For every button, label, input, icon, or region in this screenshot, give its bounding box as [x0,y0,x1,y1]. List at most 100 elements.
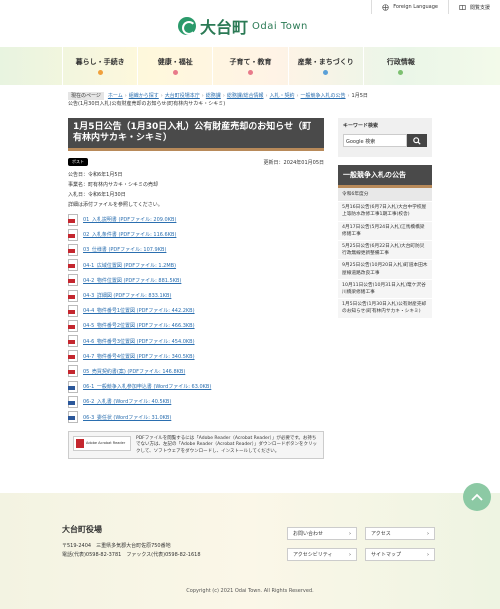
nav-item[interactable]: 産業・まちづくり [287,47,363,85]
footer-link-button[interactable]: サイトマップ › [365,548,435,561]
pdf-file-icon [68,335,78,348]
attachment-label: 04-1_広域位置図 (PDFファイル: 1.2MB) [83,262,177,269]
attachment-link[interactable]: 04-7_物件番号4位置図 (PDFファイル: 340.5KB) [68,349,324,364]
footer-address: 〒519-2404 三重県多気郡大台町佐原750番地 電話(代表)0598-82… [62,542,201,560]
attachment-link[interactable]: 03_仕様書 (PDFファイル: 107.9KB) [68,242,324,257]
town-emblem-icon [178,17,196,35]
reading-support-label: 閲覧支援 [469,4,490,11]
attachment-label: 03_仕様書 (PDFファイル: 107.9KB) [83,247,167,254]
attachment-link[interactable]: 04-2_物件位置図 (PDFファイル: 881.5KB) [68,273,324,288]
attachment-link[interactable]: 04-4_物件番号1位置図 (PDFファイル: 442.2KB) [68,303,324,318]
adobe-reader-download-button[interactable]: Adobe Acrobat Reader [73,435,131,451]
attachment-label: 05_売買契約書(案) (PDFファイル: 146.8KB) [83,368,186,375]
nav-item[interactable]: 暮らし・手続き [62,47,137,85]
foreign-language-link[interactable]: Foreign Language [371,0,448,14]
attachment-link[interactable]: 04-1_広域位置図 (PDFファイル: 1.2MB) [68,258,324,273]
main-content: 1月5日公告（1月30日入札）公有財産売却のお知らせ（町有林内サカキ・シキミ） … [68,118,324,459]
attachment-label: 04-5_物件番号2位置図 (PDFファイル: 466.3KB) [83,323,195,330]
attachment-label: 04-4_物件番号1位置図 (PDFファイル: 442.2KB) [83,308,195,315]
page-title: 1月5日公告（1月30日入札）公有財産売却のお知らせ（町有林内サカキ・シキミ） [68,118,324,151]
footer-links: お問い合わせ › アクセス › アクセシビリティ › サイトマップ › [287,527,435,561]
breadcrumb-separator: › [160,93,163,99]
search-input[interactable]: Google 検索 [343,134,407,147]
breadcrumb: 現在のページ ホーム › 組織から探す › 大台町役場本庁 › 総務課 › 総務課/総合情報 › 入札… [68,92,368,108]
nav-item-marker-icon [248,70,253,75]
globe-icon [382,3,389,11]
attachment-label: 06-2_入札書 (Wordファイル: 40.5KB) [83,399,172,406]
footer-link-label: アクセス [371,531,391,537]
attachment-link[interactable]: 02_入札条件書 (PDFファイル: 116.6KB) [68,227,324,242]
search-button[interactable] [407,134,427,147]
pdf-file-icon [68,243,78,256]
breadcrumb-separator: › [265,93,268,99]
sidebar-list-title: 一般競争入札の公告 [338,165,432,188]
nav-item-label: 産業・まちづくり [297,58,354,66]
nav-item[interactable]: 行政情報 [362,47,438,85]
page-top-button[interactable] [463,483,491,511]
attachment-link[interactable]: 05_売買契約書(案) (PDFファイル: 146.8KB) [68,364,324,379]
breadcrumb-link[interactable]: 大台町役場本庁 [165,93,200,99]
sidebar-list-item[interactable]: 5月25日公告(6月22日入札)大台町防災行政無線更新整備工事 [338,241,432,261]
nav-item[interactable]: 健康・福祉 [137,47,212,85]
footer-address-line: 〒519-2404 三重県多気郡大台町佐原750番地 [62,543,171,549]
search-title: キーワード検索 [343,123,379,129]
breadcrumb-separator: › [124,93,127,99]
breadcrumb-link[interactable]: 一般競争入札の公告 [301,93,346,99]
nav-item-label: 子育て・教育 [229,58,272,66]
keyword-search: キーワード検索 Google 検索 [338,118,432,157]
breadcrumb-separator: › [222,93,225,99]
nav-item-marker-icon [398,70,404,75]
logo-text-en: Odai Town [252,20,308,32]
attachment-link[interactable]: 01_入札説明書 (PDFファイル: 209.0KB) [68,212,324,227]
pdf-file-icon [68,228,78,241]
reading-support-link[interactable]: 閲覧支援 [447,0,500,14]
updated-date: 更新日：2024年01月05日 [263,159,324,166]
sidebar-list-item[interactable]: 10月11日公告(10月31日入札)篭ケ沢谷川橋梁修繕工事 [338,279,432,300]
footer-link-button[interactable]: お問い合わせ › [287,527,357,540]
pdf-file-icon [68,289,78,302]
post-button[interactable]: ポスト [68,158,88,166]
sidebar-list-item[interactable]: 4月17日公告(5月24日入札)江馬橋橋梁修繕工事 [338,221,432,242]
bid-date: 入札日：令和6年1月30日 [68,192,126,198]
foreign-language-label: Foreign Language [393,4,438,10]
adobe-reader-notice: Adobe Acrobat Reader PDFファイルを閲覧するには「Adob… [68,430,324,459]
footer-phone-line: 電話(代表)0598-82-3781 ファックス(代表)0598-82-1618 [62,552,201,558]
footer-office-name: 大台町役場 [62,525,102,534]
attachment-link[interactable]: 04-5_物件番号2位置図 (PDFファイル: 466.3KB) [68,318,324,333]
breadcrumb-separator: › [201,93,204,99]
nav-item-marker-icon [97,70,103,75]
sidebar-list-item[interactable]: 9月25日公告(10月20日入札)町道本田木屋線道路改良工事 [338,260,432,280]
site-logo[interactable]: 大台町 Odai Town [178,14,308,38]
footer-link-button[interactable]: アクセシビリティ › [287,548,357,561]
attachment-label: 04-6_物件番号3位置図 (PDFファイル: 454.0KB) [83,338,195,345]
breadcrumb-link[interactable]: 総務課 [206,93,221,99]
breadcrumb-link[interactable]: ホーム [108,93,123,99]
adobe-reader-badge: Adobe Acrobat Reader [86,441,126,446]
breadcrumb-separator: › [347,93,350,99]
attachment-link[interactable]: 06-2_入札書 (Wordファイル: 40.5KB) [68,394,324,409]
attachment-link[interactable]: 06-1_一般競争入札参加申込書 (Wordファイル: 63.0KB) [68,379,324,394]
nav-item[interactable]: 子育て・教育 [212,47,287,85]
breadcrumb-link[interactable]: 組織から探す [129,93,159,99]
attachment-link[interactable]: 04-6_物件番号3位置図 (PDFファイル: 454.0KB) [68,334,324,349]
pdf-file-icon [68,319,78,332]
sidebar-list-item[interactable]: 1月5日公告(1月30日入札)公有財産売却のお知らせ(町有林内サカキ・シキミ) [338,299,432,319]
attachment-label: 04-2_物件位置図 (PDFファイル: 881.5KB) [83,277,182,284]
global-nav: 暮らし・手続き 健康・福祉 子育て・教育 産業・まちづくり 行政情報 [0,47,500,85]
nav-item-label: 暮らし・手続き [75,58,125,66]
pdf-file-icon [68,365,78,378]
search-icon [413,136,421,145]
breadcrumb-link[interactable]: 総務課/総合情報 [227,93,264,99]
attachment-link[interactable]: 06-3_委任状 (Wordファイル: 31.0KB) [68,409,324,424]
footer-link-button[interactable]: アクセス › [365,527,435,540]
breadcrumb-label: 現在のページ [68,92,104,100]
attachment-label: 01_入札説明書 (PDFファイル: 209.0KB) [83,217,177,224]
attachment-list: 01_入札説明書 (PDFファイル: 209.0KB) 02_入札条件書 (PDF… [68,212,324,425]
breadcrumb-link[interactable]: 入札・契約 [270,93,295,99]
attachment-link[interactable]: 04-3_詳細図 (PDFファイル: 833.1KB) [68,288,324,303]
word-file-icon [68,395,78,408]
acrobat-icon [76,438,84,448]
sidebar-list: 令和6年度分 5月16日公告(6月7日入札)大台中学校屋上等防水改修工事1期工事(… [338,188,432,319]
sidebar-list-item[interactable]: 5月16日公告(6月7日入札)大台中学校屋上等防水改修工事1期工事(校舎) [338,202,432,222]
sidebar: キーワード検索 Google 検索 一般競争入札の公告 令和6年度分 5月16日公… [338,118,432,319]
